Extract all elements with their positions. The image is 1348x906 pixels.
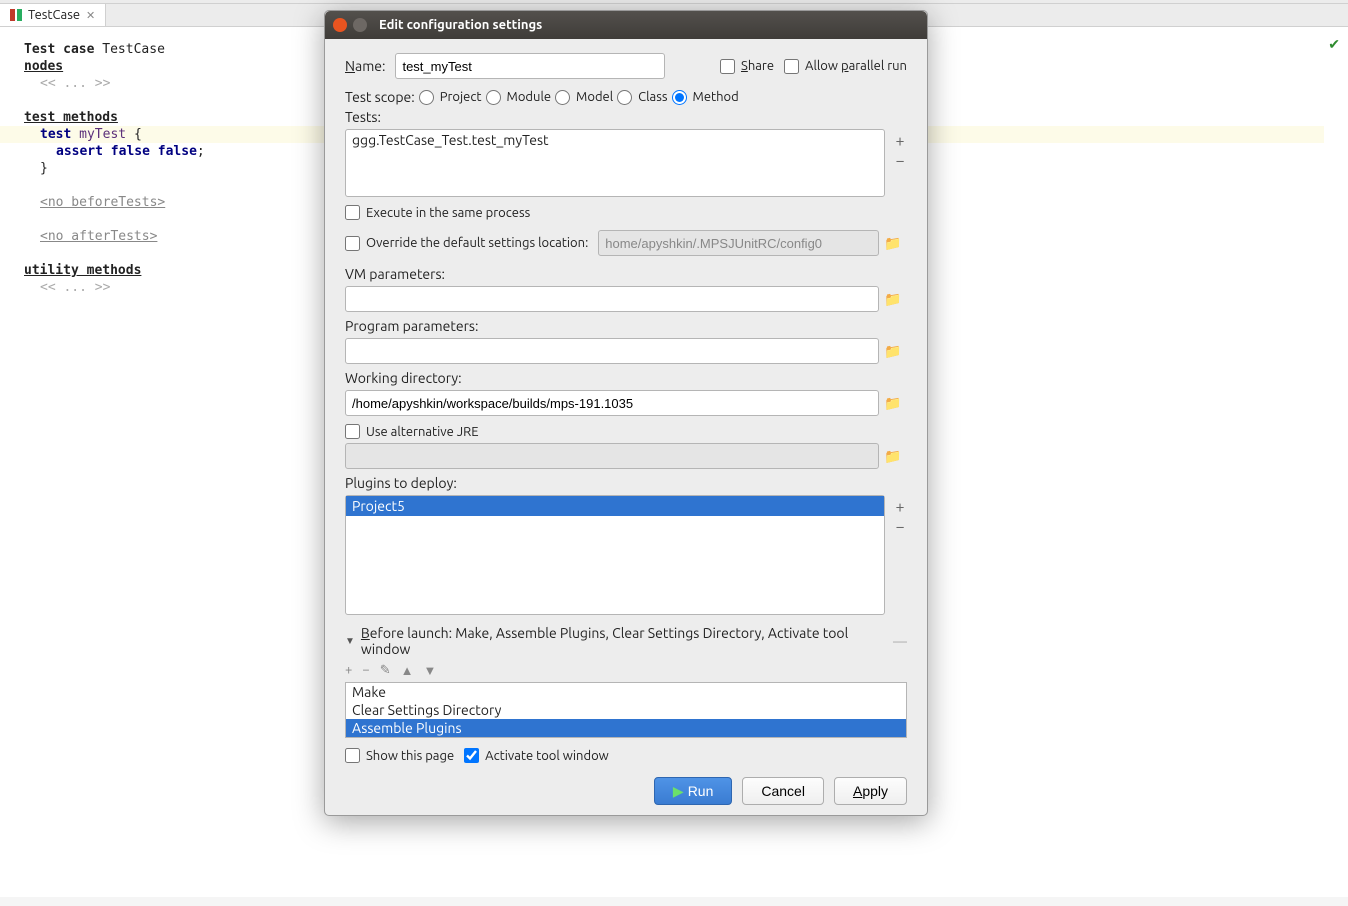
no-after: <no afterTests>: [40, 229, 157, 244]
dots1: << ... >>: [40, 76, 110, 91]
wd-label: Working directory:: [345, 370, 907, 386]
before-toolbar: + − ✎ ▲ ▼: [345, 663, 907, 678]
add-test-icon[interactable]: +: [893, 135, 907, 147]
activate-tool-checkbox[interactable]: Activate tool window: [464, 748, 609, 763]
kw-test: test: [40, 127, 71, 142]
alt-jre-input: [345, 443, 879, 469]
task-assemble[interactable]: Assemble Plugins: [346, 719, 906, 737]
close-icon[interactable]: ✕: [86, 9, 95, 22]
name-input[interactable]: [395, 53, 665, 79]
prog-label: Program parameters:: [345, 318, 907, 334]
no-before: <no beforeTests>: [40, 195, 165, 210]
allow-parallel-checkbox[interactable]: Allow parallel run: [784, 59, 907, 74]
dialog-titlebar[interactable]: Edit configuration settings: [325, 11, 927, 39]
apply-button[interactable]: Apply: [834, 777, 907, 805]
browse-prog-icon[interactable]: 📁: [879, 338, 907, 364]
alt-jre-checkbox[interactable]: Use alternative JRE: [345, 424, 907, 439]
tests-item[interactable]: ggg.TestCase_Test.test_myTest: [346, 130, 884, 150]
task-clear[interactable]: Clear Settings Directory: [346, 701, 906, 719]
lit-false1: false: [111, 144, 150, 159]
ok-check-icon: ✔: [1328, 36, 1340, 53]
file-icon: [10, 9, 22, 21]
lit-false2: false: [158, 144, 197, 159]
vm-params-input[interactable]: [345, 286, 879, 312]
task-remove-icon[interactable]: −: [362, 663, 369, 678]
show-page-checkbox[interactable]: Show this page: [345, 748, 454, 763]
tests-list[interactable]: ggg.TestCase_Test.test_myTest: [345, 129, 885, 197]
nodes-label: nodes: [24, 59, 63, 74]
plugins-label: Plugins to deploy:: [345, 475, 907, 491]
remove-test-icon[interactable]: −: [893, 155, 907, 167]
scope-project[interactable]: Project: [419, 90, 482, 105]
test-methods: test methods: [24, 110, 118, 125]
task-make[interactable]: Make: [346, 683, 906, 701]
browse-wd-icon[interactable]: 📁: [879, 390, 907, 416]
browse-vm-icon[interactable]: 📁: [879, 286, 907, 312]
browse-jre-icon[interactable]: 📁: [879, 443, 907, 469]
scope-method[interactable]: Method: [672, 90, 739, 105]
collapse-side-icon[interactable]: —: [893, 633, 907, 649]
tab-testcase[interactable]: TestCase ✕: [0, 4, 106, 26]
override-loc-checkbox[interactable]: Override the default settings location:: [345, 236, 588, 251]
exec-same-checkbox[interactable]: Execute in the same process: [345, 205, 907, 220]
wd-input[interactable]: [345, 390, 879, 416]
run-button[interactable]: ▶Run: [654, 777, 732, 805]
scope-module[interactable]: Module: [486, 90, 552, 105]
browse-override-icon[interactable]: 📁: [879, 230, 907, 256]
remove-plugin-icon[interactable]: −: [893, 521, 907, 533]
plugins-item[interactable]: Project5: [346, 496, 884, 516]
vm-label: VM parameters:: [345, 266, 907, 282]
tests-label: Tests:: [345, 109, 907, 125]
tab-label: TestCase: [28, 8, 80, 22]
scope-class[interactable]: Class: [617, 90, 667, 105]
play-icon: ▶: [673, 783, 684, 799]
test-name: myTest: [79, 127, 126, 142]
scope-model[interactable]: Model: [555, 90, 613, 105]
add-plugin-icon[interactable]: +: [893, 501, 907, 513]
kw-assert: assert: [56, 144, 103, 159]
task-down-icon[interactable]: ▼: [423, 663, 436, 678]
plugins-list[interactable]: Project5: [345, 495, 885, 615]
task-up-icon[interactable]: ▲: [401, 663, 414, 678]
dots2: << ... >>: [40, 280, 110, 295]
prog-params-input[interactable]: [345, 338, 879, 364]
ide-workspace: TestCase ✕ ✔ Test case TestCase nodes <<…: [0, 0, 1348, 906]
collapse-icon[interactable]: ▼: [345, 635, 355, 647]
name-label: Name:: [345, 58, 385, 74]
dialog-body: Name: Share Allow parallel run Test scop…: [325, 39, 927, 815]
header-prefix: Test case: [24, 42, 102, 57]
utility-methods: utility methods: [24, 263, 141, 278]
task-edit-icon[interactable]: ✎: [380, 663, 391, 678]
share-checkbox[interactable]: Share: [720, 59, 774, 74]
scope-label: Test scope:: [345, 89, 415, 105]
task-add-icon[interactable]: +: [345, 663, 352, 678]
override-path-input: [598, 230, 879, 256]
before-launch-label: Before launch: Make, Assemble Plugins, C…: [361, 625, 881, 657]
before-launch-list[interactable]: Make Clear Settings Directory Assemble P…: [345, 682, 907, 738]
window-min-icon[interactable]: [353, 18, 367, 32]
dialog-title: Edit configuration settings: [379, 18, 542, 32]
edit-config-dialog: Edit configuration settings Name: Share …: [324, 10, 928, 816]
header-name: TestCase: [102, 42, 165, 57]
window-close-icon[interactable]: [333, 18, 347, 32]
cancel-button[interactable]: Cancel: [742, 777, 824, 805]
